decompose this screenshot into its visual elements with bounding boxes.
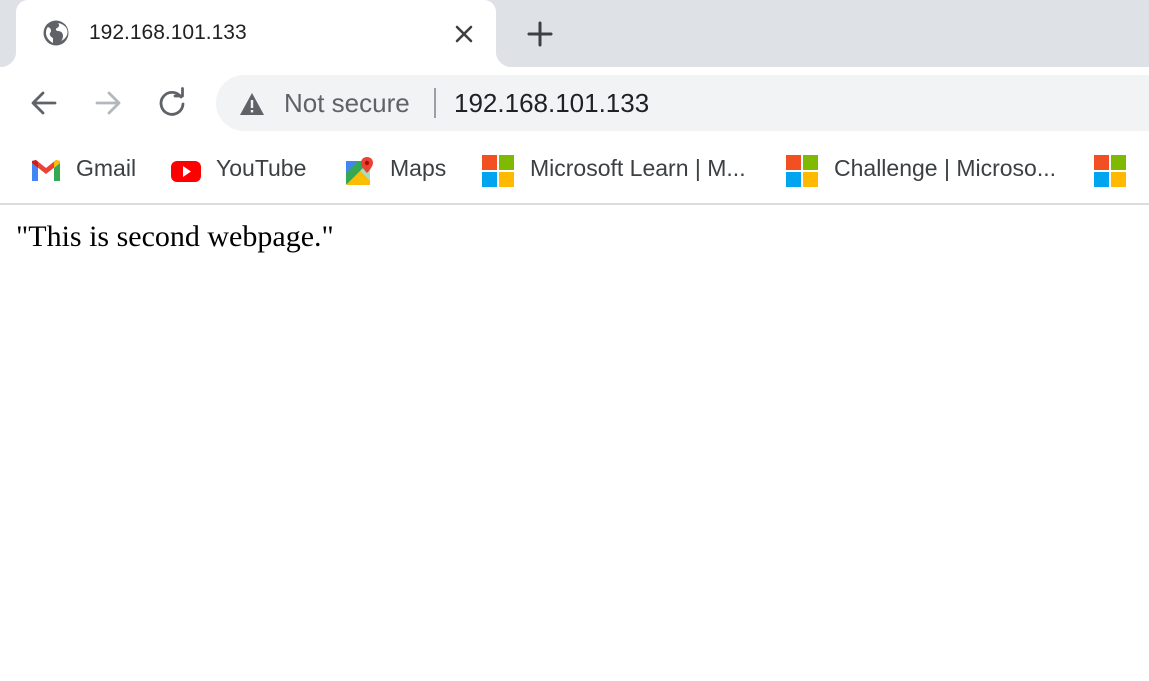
tab-strip: 192.168.101.133 xyxy=(0,0,1149,67)
browser-toolbar: Not secure 192.168.101.133 xyxy=(0,67,1149,139)
microsoft-icon xyxy=(1094,155,1126,187)
page-body-text: "This is second webpage." xyxy=(16,220,334,253)
youtube-icon xyxy=(171,161,201,182)
omnibox-divider xyxy=(434,88,436,118)
url-text[interactable]: 192.168.101.133 xyxy=(454,88,649,119)
arrow-right-icon[interactable] xyxy=(90,85,126,121)
bookmark-label: Challenge | Microso... xyxy=(834,155,1057,181)
address-bar[interactable]: Not secure 192.168.101.133 xyxy=(216,75,1149,131)
tab-title: 192.168.101.133 xyxy=(89,21,247,44)
bookmark-label: YouTube xyxy=(216,155,307,181)
plus-icon[interactable] xyxy=(524,18,556,50)
bookmark-truncated[interactable] xyxy=(1094,149,1149,189)
active-tab[interactable]: 192.168.101.133 xyxy=(0,0,512,67)
microsoft-icon xyxy=(482,155,514,187)
close-icon[interactable] xyxy=(450,20,478,48)
security-label[interactable]: Not secure xyxy=(284,88,410,119)
bookmark-label: Maps xyxy=(390,155,447,181)
reload-icon[interactable] xyxy=(154,85,190,121)
warning-triangle-icon[interactable] xyxy=(238,91,266,117)
maps-icon xyxy=(346,157,373,185)
gmail-icon xyxy=(32,160,60,181)
bookmark-label: Microsoft Learn | M... xyxy=(530,155,746,181)
globe-icon xyxy=(43,20,69,46)
arrow-left-icon[interactable] xyxy=(26,85,62,121)
bookmarks-bar: Gmail YouTube Maps Microsoft Learn | M..… xyxy=(0,139,1149,205)
bookmark-label: Gmail xyxy=(76,155,137,181)
microsoft-icon xyxy=(786,155,818,187)
